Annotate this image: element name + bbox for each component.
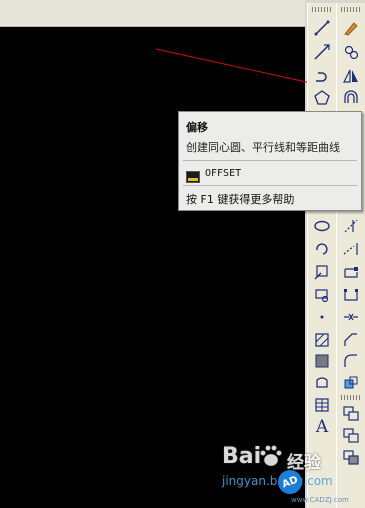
tooltip-command: OFFSET <box>205 168 242 179</box>
offset-tooltip: 偏移 创建同心圆、平行线和等距曲线 OFFSET 按 F1 键获得更多帮助 <box>178 111 362 211</box>
drawing-canvas[interactable] <box>0 27 348 508</box>
send-to-back-icon[interactable] <box>340 447 362 469</box>
multiline-text-icon[interactable]: A <box>311 416 333 438</box>
polygon-icon[interactable] <box>311 87 333 109</box>
polyline-icon[interactable] <box>311 65 333 87</box>
top-strip <box>0 0 305 27</box>
construction-line-icon[interactable] <box>311 41 333 63</box>
tooltip-description: 创建同心圆、平行线和等距曲线 <box>186 141 340 154</box>
bring-to-front-icon[interactable] <box>340 425 362 447</box>
line-icon[interactable] <box>311 17 333 39</box>
ellipse-icon[interactable] <box>311 215 333 237</box>
trim-icon[interactable] <box>340 215 362 237</box>
point-icon[interactable] <box>311 306 333 328</box>
spline-icon[interactable] <box>311 238 333 260</box>
toolbar-grip[interactable] <box>341 7 361 12</box>
extend-icon[interactable] <box>340 238 362 260</box>
modify-toolbar <box>336 3 365 508</box>
paw-icon <box>258 444 284 468</box>
command-icon <box>186 168 200 183</box>
mirror-icon[interactable] <box>340 65 362 87</box>
toolbar-grip[interactable] <box>341 395 361 400</box>
gradient-icon[interactable] <box>311 350 333 372</box>
join-icon[interactable] <box>340 306 362 328</box>
draworder-icon[interactable] <box>340 403 362 425</box>
break-at-point-icon[interactable] <box>340 261 362 283</box>
baidu-watermark: Bai <box>222 444 262 469</box>
hatch-icon[interactable] <box>311 329 333 351</box>
insert-block-icon[interactable] <box>311 261 333 283</box>
tooltip-title: 偏移 <box>186 121 208 134</box>
tooltip-divider <box>183 185 357 186</box>
draw-toolbar: A <box>307 3 337 508</box>
copy-icon[interactable] <box>340 41 362 63</box>
break-icon[interactable] <box>340 284 362 306</box>
region-icon[interactable] <box>311 372 333 394</box>
erase-icon[interactable] <box>340 17 362 39</box>
offset-icon[interactable] <box>340 87 362 109</box>
table-icon[interactable] <box>311 394 333 416</box>
make-block-icon[interactable] <box>311 284 333 306</box>
explode-icon[interactable] <box>340 372 362 394</box>
toolbar-grip[interactable] <box>312 7 332 12</box>
chamfer-icon[interactable] <box>340 329 362 351</box>
tooltip-help: 按 F1 键获得更多帮助 <box>186 193 295 206</box>
fillet-icon[interactable] <box>340 350 362 372</box>
watermark-site: www.CADZJ.com <box>291 496 349 504</box>
tooltip-divider <box>183 160 357 161</box>
